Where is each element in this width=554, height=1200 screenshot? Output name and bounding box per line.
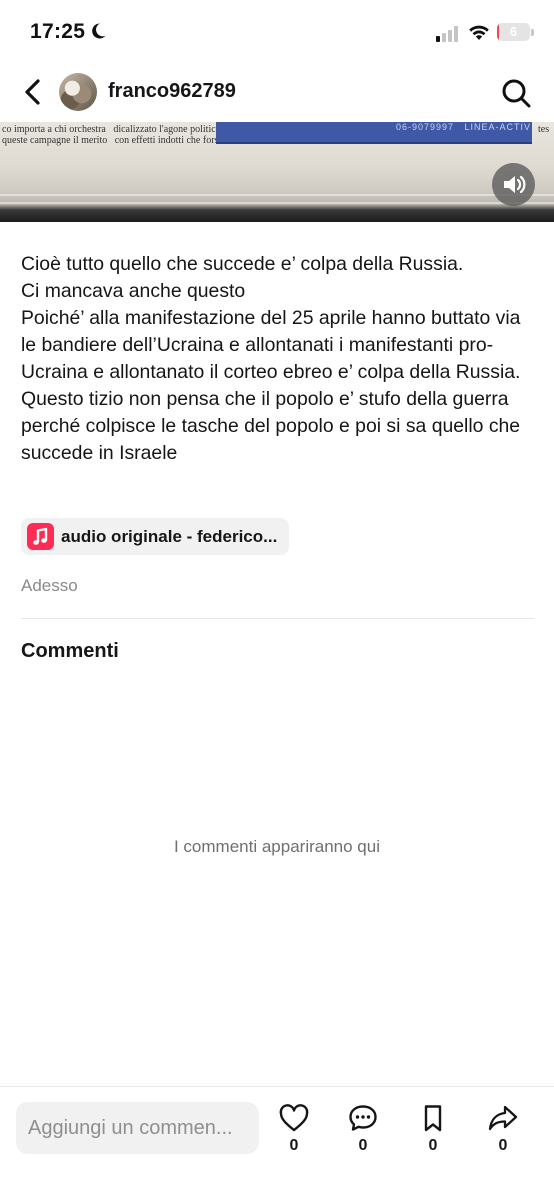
speaker-icon bbox=[504, 175, 526, 194]
bookmark-count: 0 bbox=[428, 1137, 438, 1154]
newspaper-text: co importa a chi orchestra dicalizzato l… bbox=[2, 124, 223, 146]
video-preview[interactable]: co importa a chi orchestra dicalizzato l… bbox=[0, 122, 554, 222]
like-count: 0 bbox=[289, 1137, 299, 1154]
newspaper-edge-text: tes bbox=[538, 124, 550, 135]
audio-chip[interactable]: audio originale - federico... bbox=[21, 518, 289, 555]
band-text: 06-9079997 LINEA-ACTIV bbox=[396, 122, 532, 132]
battery-tip bbox=[531, 29, 534, 36]
battery-indicator: 6 bbox=[497, 23, 530, 41]
newspaper-line: co importa a chi orchestra dicalizzato l… bbox=[2, 124, 221, 135]
share-count: 0 bbox=[498, 1137, 508, 1154]
status-bar: 17:25 6 bbox=[0, 0, 554, 62]
bottom-action-bar: 0 0 0 0 bbox=[0, 1086, 554, 1200]
share-icon bbox=[488, 1105, 518, 1131]
newspaper-line: queste campagne il merito con effetti in… bbox=[2, 135, 223, 146]
like-button[interactable]: 0 bbox=[272, 1103, 316, 1165]
share-button[interactable]: 0 bbox=[481, 1103, 525, 1165]
profile-header: franco962789 bbox=[0, 62, 554, 122]
paper-crease bbox=[0, 194, 554, 196]
bookmark-button[interactable]: 0 bbox=[411, 1103, 455, 1165]
audio-label: audio originale - federico... bbox=[61, 527, 278, 546]
music-note-icon bbox=[27, 523, 54, 550]
comments-title: Commenti bbox=[21, 640, 119, 662]
moon-icon bbox=[92, 23, 106, 39]
volume-button[interactable] bbox=[492, 163, 535, 206]
avatar[interactable] bbox=[59, 73, 97, 111]
username[interactable]: franco962789 bbox=[108, 80, 236, 103]
wifi-icon bbox=[469, 25, 489, 40]
comments-empty-text: I commenti appariranno qui bbox=[173, 837, 380, 856]
paper-crease bbox=[0, 202, 554, 204]
battery-level: 6 bbox=[509, 24, 518, 39]
post-timestamp: Adesso bbox=[21, 576, 78, 595]
bookmark-icon bbox=[424, 1105, 442, 1132]
post-caption: Cioè tutto quello che succede e’ colpa d… bbox=[21, 253, 521, 464]
cellular-signal-icon bbox=[436, 26, 458, 42]
comment-input[interactable] bbox=[16, 1102, 259, 1154]
comment-button[interactable]: 0 bbox=[341, 1103, 385, 1165]
search-icon[interactable] bbox=[500, 77, 532, 109]
chevron-left-icon[interactable] bbox=[18, 76, 48, 108]
heart-icon bbox=[279, 1104, 309, 1132]
divider bbox=[21, 618, 534, 619]
status-time: 17:25 bbox=[30, 20, 86, 43]
comment-count: 0 bbox=[358, 1137, 368, 1154]
comment-bubble-icon bbox=[349, 1105, 377, 1131]
